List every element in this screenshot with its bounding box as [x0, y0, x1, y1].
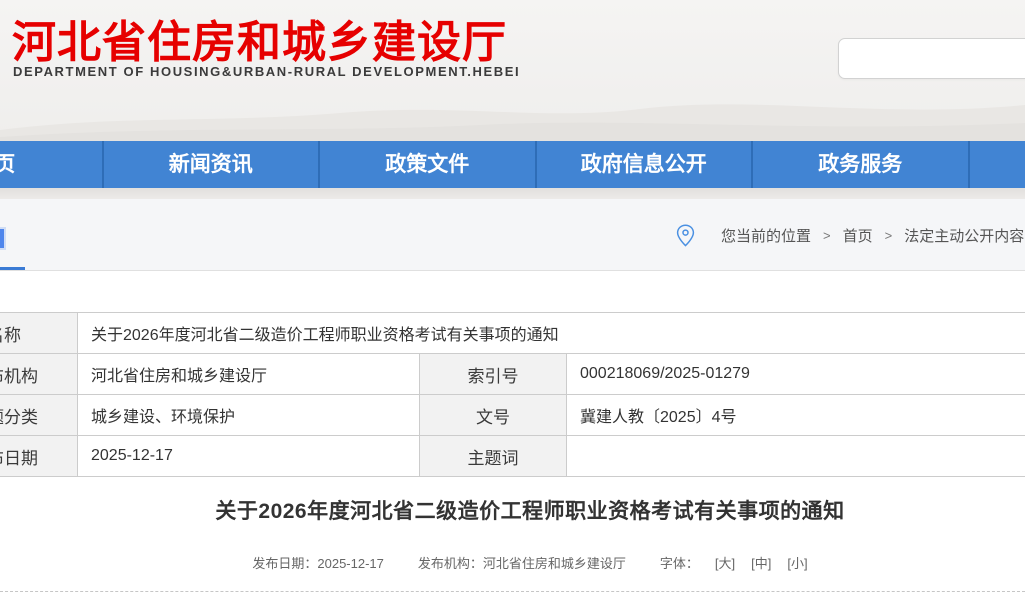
publisher-label: 发布机构： [418, 556, 483, 571]
info-label-publisher: 发布机构 [0, 354, 78, 395]
font-sizer-label: 字体： [660, 553, 699, 572]
info-label-doc-number: 文号 [420, 395, 567, 436]
info-value-keywords [567, 436, 1025, 477]
article-meta: 发布日期：2025-12-17 发布机构：河北省住房和城乡建设厅 字体： [大]… [0, 553, 1025, 572]
font-sizer: 字体： [大] [中] [小] [660, 553, 808, 572]
info-value-publish-date: 2025-12-17 [78, 436, 420, 477]
info-label-name: 名称 [0, 313, 78, 354]
info-label-keywords: 主题词 [420, 436, 567, 477]
site-title: 河北省住房和城乡建设厅 [12, 6, 507, 70]
location-pin-icon [676, 224, 695, 247]
mountain-decoration [0, 75, 1025, 141]
table-row: 发布机构 河北省住房和城乡建设厅 索引号 000218069/2025-0127… [0, 354, 1025, 395]
publisher: 发布机构：河北省住房和城乡建设厅 [418, 553, 626, 572]
article-title: 关于2026年度河北省二级造价工程师职业资格考试有关事项的通知 [0, 495, 1025, 525]
breadcrumb-home-link[interactable]: 首页 [843, 225, 873, 246]
section-accent-bar [0, 229, 4, 248]
header-band-decoration [0, 188, 1025, 199]
info-value-name: 关于2026年度河北省二级造价工程师职业资格考试有关事项的通知 [78, 313, 1025, 354]
info-value-doc-number: 冀建人教〔2025〕4号 [567, 395, 1025, 436]
section-active-underline [0, 267, 25, 270]
info-value-index-number: 000218069/2025-01279 [567, 354, 1025, 395]
info-value-publisher: 河北省住房和城乡建设厅 [78, 354, 420, 395]
search-input[interactable] [838, 38, 1025, 79]
table-row: 发布日期 2025-12-17 主题词 [0, 436, 1025, 477]
info-label-index-number: 索引号 [420, 354, 567, 395]
content-divider [0, 591, 1025, 592]
info-value-topic-category: 城乡建设、环境保护 [78, 395, 420, 436]
breadcrumb-separator: > [885, 228, 893, 243]
publisher-value: 河北省住房和城乡建设厅 [483, 556, 626, 571]
breadcrumb-category-link[interactable]: 法定主动公开内容 [904, 225, 1024, 246]
main-navigation: 首页 新闻资讯 政策文件 政府信息公开 政务服务 [0, 141, 1025, 188]
document-info-table: 名称 关于2026年度河北省二级造价工程师职业资格考试有关事项的通知 发布机构 … [0, 312, 1025, 477]
breadcrumb-section: 您当前的位置 > 首页 > 法定主动公开内容> [0, 199, 1025, 271]
nav-item-extra[interactable] [970, 141, 1025, 188]
info-label-publish-date: 发布日期 [0, 436, 78, 477]
article-header: 关于2026年度河北省二级造价工程师职业资格考试有关事项的通知 发布日期：202… [0, 495, 1025, 572]
site-subtitle: DEPARTMENT OF HOUSING&URBAN-RURAL DEVELO… [13, 64, 520, 79]
breadcrumb: 您当前的位置 > 首页 > 法定主动公开内容> [676, 199, 1025, 271]
publish-date-value: 2025-12-17 [317, 556, 384, 571]
nav-item-info-disclosure[interactable]: 政府信息公开 [537, 141, 754, 188]
table-row: 名称 关于2026年度河北省二级造价工程师职业资格考试有关事项的通知 [0, 313, 1025, 354]
info-label-topic-category: 主题分类 [0, 395, 78, 436]
font-size-small-button[interactable]: [小] [787, 553, 807, 572]
publish-date-label: 发布日期： [252, 556, 317, 571]
site-header: 河北省住房和城乡建设厅 DEPARTMENT OF HOUSING&URBAN-… [0, 0, 1025, 141]
nav-item-home[interactable]: 首页 [0, 141, 104, 188]
breadcrumb-separator: > [823, 228, 831, 243]
font-size-large-button[interactable]: [大] [715, 553, 735, 572]
publish-date: 发布日期：2025-12-17 [252, 553, 384, 572]
nav-item-policy[interactable]: 政策文件 [320, 141, 537, 188]
font-size-medium-button[interactable]: [中] [751, 553, 771, 572]
breadcrumb-location-label: 您当前的位置 [721, 225, 811, 246]
nav-item-news[interactable]: 新闻资讯 [104, 141, 321, 188]
nav-item-gov-services[interactable]: 政务服务 [753, 141, 970, 188]
table-row: 主题分类 城乡建设、环境保护 文号 冀建人教〔2025〕4号 [0, 395, 1025, 436]
